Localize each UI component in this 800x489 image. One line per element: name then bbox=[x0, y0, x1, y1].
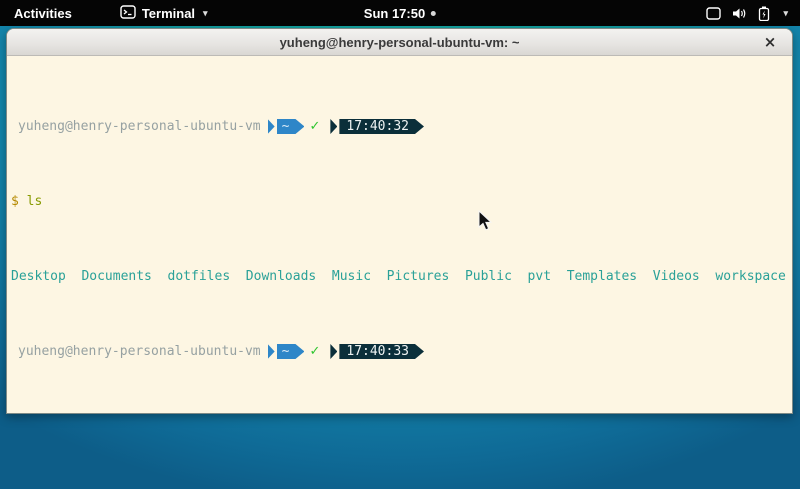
notification-dot bbox=[431, 11, 436, 16]
prompt-time-segment: 17:40:33 bbox=[339, 344, 424, 359]
activities-button[interactable]: Activities bbox=[0, 0, 86, 26]
prompt-line: yuheng@henry-personal-ubuntu-vm ~ ✓ 17:4… bbox=[9, 344, 790, 359]
top-bar: Activities Terminal ▾ Sun 17:50 bbox=[0, 0, 800, 26]
terminal-screen[interactable]: yuheng@henry-personal-ubuntu-vm ~ ✓ 17:4… bbox=[7, 56, 792, 414]
prompt-dollar: $ bbox=[11, 194, 19, 209]
prompt-time-segment: 17:40:32 bbox=[339, 119, 424, 134]
powerline-arrow-icon bbox=[268, 344, 275, 359]
terminal-app-icon bbox=[120, 5, 136, 22]
clock-label: Sun 17:50 bbox=[364, 6, 425, 21]
prompt-cwd-segment: ~ bbox=[277, 344, 305, 359]
prompt-cwd-segment: ~ bbox=[277, 119, 305, 134]
window-title: yuheng@henry-personal-ubuntu-vm: ~ bbox=[280, 35, 520, 50]
clock-button[interactable]: Sun 17:50 bbox=[364, 0, 436, 26]
chevron-down-icon: ▾ bbox=[783, 8, 788, 19]
desktop: { "topbar": { "activities_label": "Activ… bbox=[0, 0, 800, 489]
chevron-down-icon: ▾ bbox=[203, 8, 208, 19]
window-titlebar[interactable]: yuheng@henry-personal-ubuntu-vm: ~ × bbox=[7, 29, 792, 56]
app-menu-label: Terminal bbox=[142, 6, 195, 21]
prompt-user: yuheng@henry-personal-ubuntu-vm bbox=[18, 344, 261, 359]
prompt-user: yuheng@henry-personal-ubuntu-vm bbox=[18, 119, 261, 134]
system-status-area[interactable]: ▾ bbox=[706, 0, 800, 26]
status-check-icon: ✓ bbox=[309, 344, 320, 359]
volume-icon bbox=[732, 7, 747, 20]
battery-charging-icon bbox=[758, 6, 770, 21]
screen-icon bbox=[706, 7, 721, 20]
ls-output-line: Desktop Documents dotfiles Downloads Mus… bbox=[9, 269, 790, 284]
directory-listing: Desktop Documents dotfiles Downloads Mus… bbox=[11, 269, 786, 284]
status-check-icon: ✓ bbox=[309, 119, 320, 134]
terminal-window: yuheng@henry-personal-ubuntu-vm: ~ × yuh… bbox=[6, 28, 793, 414]
powerline-arrow-icon bbox=[268, 119, 275, 134]
powerline-arrow-icon bbox=[330, 344, 337, 359]
activities-label: Activities bbox=[14, 6, 72, 21]
command-text: ls bbox=[27, 194, 43, 209]
command-line: $ ls bbox=[9, 194, 790, 209]
prompt-line: yuheng@henry-personal-ubuntu-vm ~ ✓ 17:4… bbox=[9, 119, 790, 134]
powerline-arrow-icon bbox=[330, 119, 337, 134]
app-menu-button[interactable]: Terminal ▾ bbox=[114, 0, 214, 26]
close-icon[interactable]: × bbox=[758, 29, 782, 55]
